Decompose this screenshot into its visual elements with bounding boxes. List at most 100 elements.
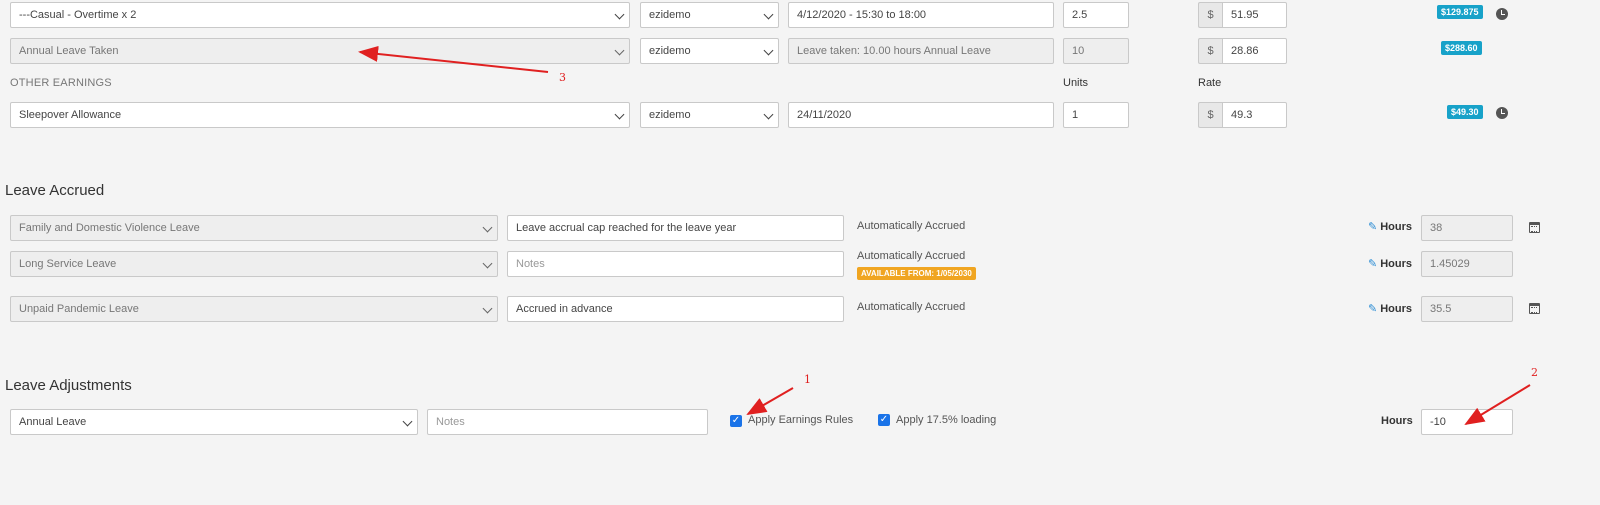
leave-type-select[interactable]: Long Service Leave <box>10 251 498 277</box>
chevron-down-icon <box>482 222 493 233</box>
description-input[interactable]: 24/11/2020 <box>788 102 1054 128</box>
chevron-down-icon <box>614 45 625 56</box>
other-earnings-heading: OTHER EARNINGS <box>10 77 112 89</box>
chevron-down-icon <box>614 9 625 20</box>
units-input[interactable]: 2.5 <box>1063 2 1129 28</box>
leave-type-value: Long Service Leave <box>19 258 117 270</box>
adjustment-hours-value: -10 <box>1430 416 1446 428</box>
other-earning-type-select[interactable]: Sleepover Allowance <box>10 102 630 128</box>
edit-hours-link[interactable]: ✎ Hours <box>1368 220 1412 233</box>
pencil-icon: ✎ <box>1368 303 1378 315</box>
clock-icon[interactable] <box>1496 107 1508 119</box>
currency-addon: $ <box>1198 38 1222 64</box>
leave-type-select[interactable]: Family and Domestic Violence Leave <box>10 215 498 241</box>
chevron-down-icon <box>482 303 493 314</box>
accrual-status: Automatically Accrued <box>857 301 966 313</box>
leave-notes-input[interactable]: Accrued in advance <box>507 296 844 322</box>
chevron-down-icon <box>763 9 774 20</box>
earning-type-select[interactable]: ---Casual - Overtime x 2 <box>10 2 630 28</box>
currency-addon: $ <box>1198 102 1222 128</box>
earning-type-value: ---Casual - Overtime x 2 <box>19 9 137 21</box>
other-earning-type-value: Sleepover Allowance <box>19 109 122 121</box>
hours-label: Hours <box>1380 221 1412 233</box>
pencil-icon: ✎ <box>1368 258 1378 270</box>
employee-value: ezidemo <box>649 45 691 57</box>
rate-value: 49.3 <box>1231 109 1253 121</box>
chevron-down-icon <box>482 258 493 269</box>
employee-value: ezidemo <box>649 9 691 21</box>
annotation-label-1: 1 <box>804 373 811 386</box>
leave-notes-value: Leave accrual cap reached for the leave … <box>516 222 737 234</box>
description-input[interactable]: 4/12/2020 - 15:30 to 18:00 <box>788 2 1054 28</box>
annotation-label-3: 3 <box>559 71 566 84</box>
employee-select[interactable]: ezidemo <box>640 2 779 28</box>
chevron-down-icon <box>763 109 774 120</box>
units-input[interactable]: 1 <box>1063 102 1129 128</box>
total-badge: $288.60 <box>1441 41 1482 55</box>
accrual-status: Automatically Accrued <box>857 250 966 262</box>
units-value: 2.5 <box>1072 9 1088 21</box>
hours-input[interactable]: 35.5 <box>1421 296 1513 322</box>
units-value: 10 <box>1072 45 1085 57</box>
available-from-badge: AVAILABLE FROM: 1/05/2030 <box>857 267 976 280</box>
adjustment-leave-type-select[interactable]: Annual Leave <box>10 409 418 435</box>
total-badge: $129.875 <box>1437 5 1483 19</box>
annotation-label-2: 2 <box>1531 366 1538 379</box>
chevron-down-icon <box>763 45 774 56</box>
leave-type-value: Family and Domestic Violence Leave <box>19 222 200 234</box>
currency-addon: $ <box>1198 2 1222 28</box>
leave-type-select[interactable]: Unpaid Pandemic Leave <box>10 296 498 322</box>
rate-input[interactable]: 51.95 <box>1222 2 1287 28</box>
adjustment-notes-input[interactable]: Notes <box>427 409 708 435</box>
adjustment-hours-input[interactable]: -10 <box>1421 409 1513 435</box>
rate-column-label: Rate <box>1198 77 1222 89</box>
rate-value: 28.86 <box>1231 45 1259 57</box>
hours-value: 38 <box>1430 222 1443 234</box>
employee-value: ezidemo <box>649 109 691 121</box>
total-badge: $49.30 <box>1447 105 1483 119</box>
edit-hours-link[interactable]: ✎ Hours <box>1368 257 1412 270</box>
description-value: 24/11/2020 <box>797 109 852 121</box>
hours-input[interactable]: 1.45029 <box>1421 251 1513 277</box>
units-value: 1 <box>1072 109 1079 121</box>
earning-type-select[interactable]: Annual Leave Taken <box>10 38 630 64</box>
accrual-status: Automatically Accrued <box>857 220 966 232</box>
rate-input[interactable]: 28.86 <box>1222 38 1287 64</box>
hours-input[interactable]: 38 <box>1421 215 1513 241</box>
leave-adjustments-heading: Leave Adjustments <box>5 377 132 394</box>
leave-notes-value: Accrued in advance <box>516 303 613 315</box>
annotation-arrow-1 <box>746 387 794 416</box>
apply-loading-label[interactable]: Apply 17.5% loading <box>896 414 996 426</box>
leave-notes-placeholder: Notes <box>516 258 545 270</box>
apply-earnings-rules-checkbox[interactable]: ✓ <box>730 415 742 427</box>
rate-input[interactable]: 49.3 <box>1222 102 1287 128</box>
rate-value: 51.95 <box>1231 9 1259 21</box>
apply-earnings-rules-label[interactable]: Apply Earnings Rules <box>748 414 853 426</box>
adjustment-leave-type-value: Annual Leave <box>19 416 87 428</box>
adjustment-notes-placeholder: Notes <box>436 416 465 428</box>
description-value: 4/12/2020 - 15:30 to 18:00 <box>797 9 927 21</box>
leave-accrued-heading: Leave Accrued <box>5 182 105 199</box>
pencil-icon: ✎ <box>1368 221 1378 233</box>
description-value: Leave taken: 10.00 hours Annual Leave <box>797 45 991 57</box>
calendar-icon[interactable] <box>1529 303 1540 314</box>
hours-label: Hours <box>1380 258 1412 270</box>
calendar-icon[interactable] <box>1529 222 1540 233</box>
leave-type-value: Unpaid Pandemic Leave <box>19 303 139 315</box>
earning-type-value: Annual Leave Taken <box>19 45 119 57</box>
employee-select[interactable]: ezidemo <box>640 38 779 64</box>
leave-notes-input[interactable]: Leave accrual cap reached for the leave … <box>507 215 844 241</box>
clock-icon[interactable] <box>1496 8 1508 20</box>
hours-value: 1.45029 <box>1430 258 1470 270</box>
units-input[interactable]: 10 <box>1063 38 1129 64</box>
chevron-down-icon <box>614 109 625 120</box>
employee-select[interactable]: ezidemo <box>640 102 779 128</box>
hours-value: 35.5 <box>1430 303 1452 315</box>
edit-hours-link[interactable]: ✎ Hours <box>1368 302 1412 315</box>
description-input[interactable]: Leave taken: 10.00 hours Annual Leave <box>788 38 1054 64</box>
apply-loading-checkbox[interactable]: ✓ <box>878 414 890 426</box>
leave-notes-input[interactable]: Notes <box>507 251 844 277</box>
adjustment-hours-label: Hours <box>1381 415 1413 427</box>
chevron-down-icon <box>402 416 413 427</box>
hours-label: Hours <box>1380 303 1412 315</box>
